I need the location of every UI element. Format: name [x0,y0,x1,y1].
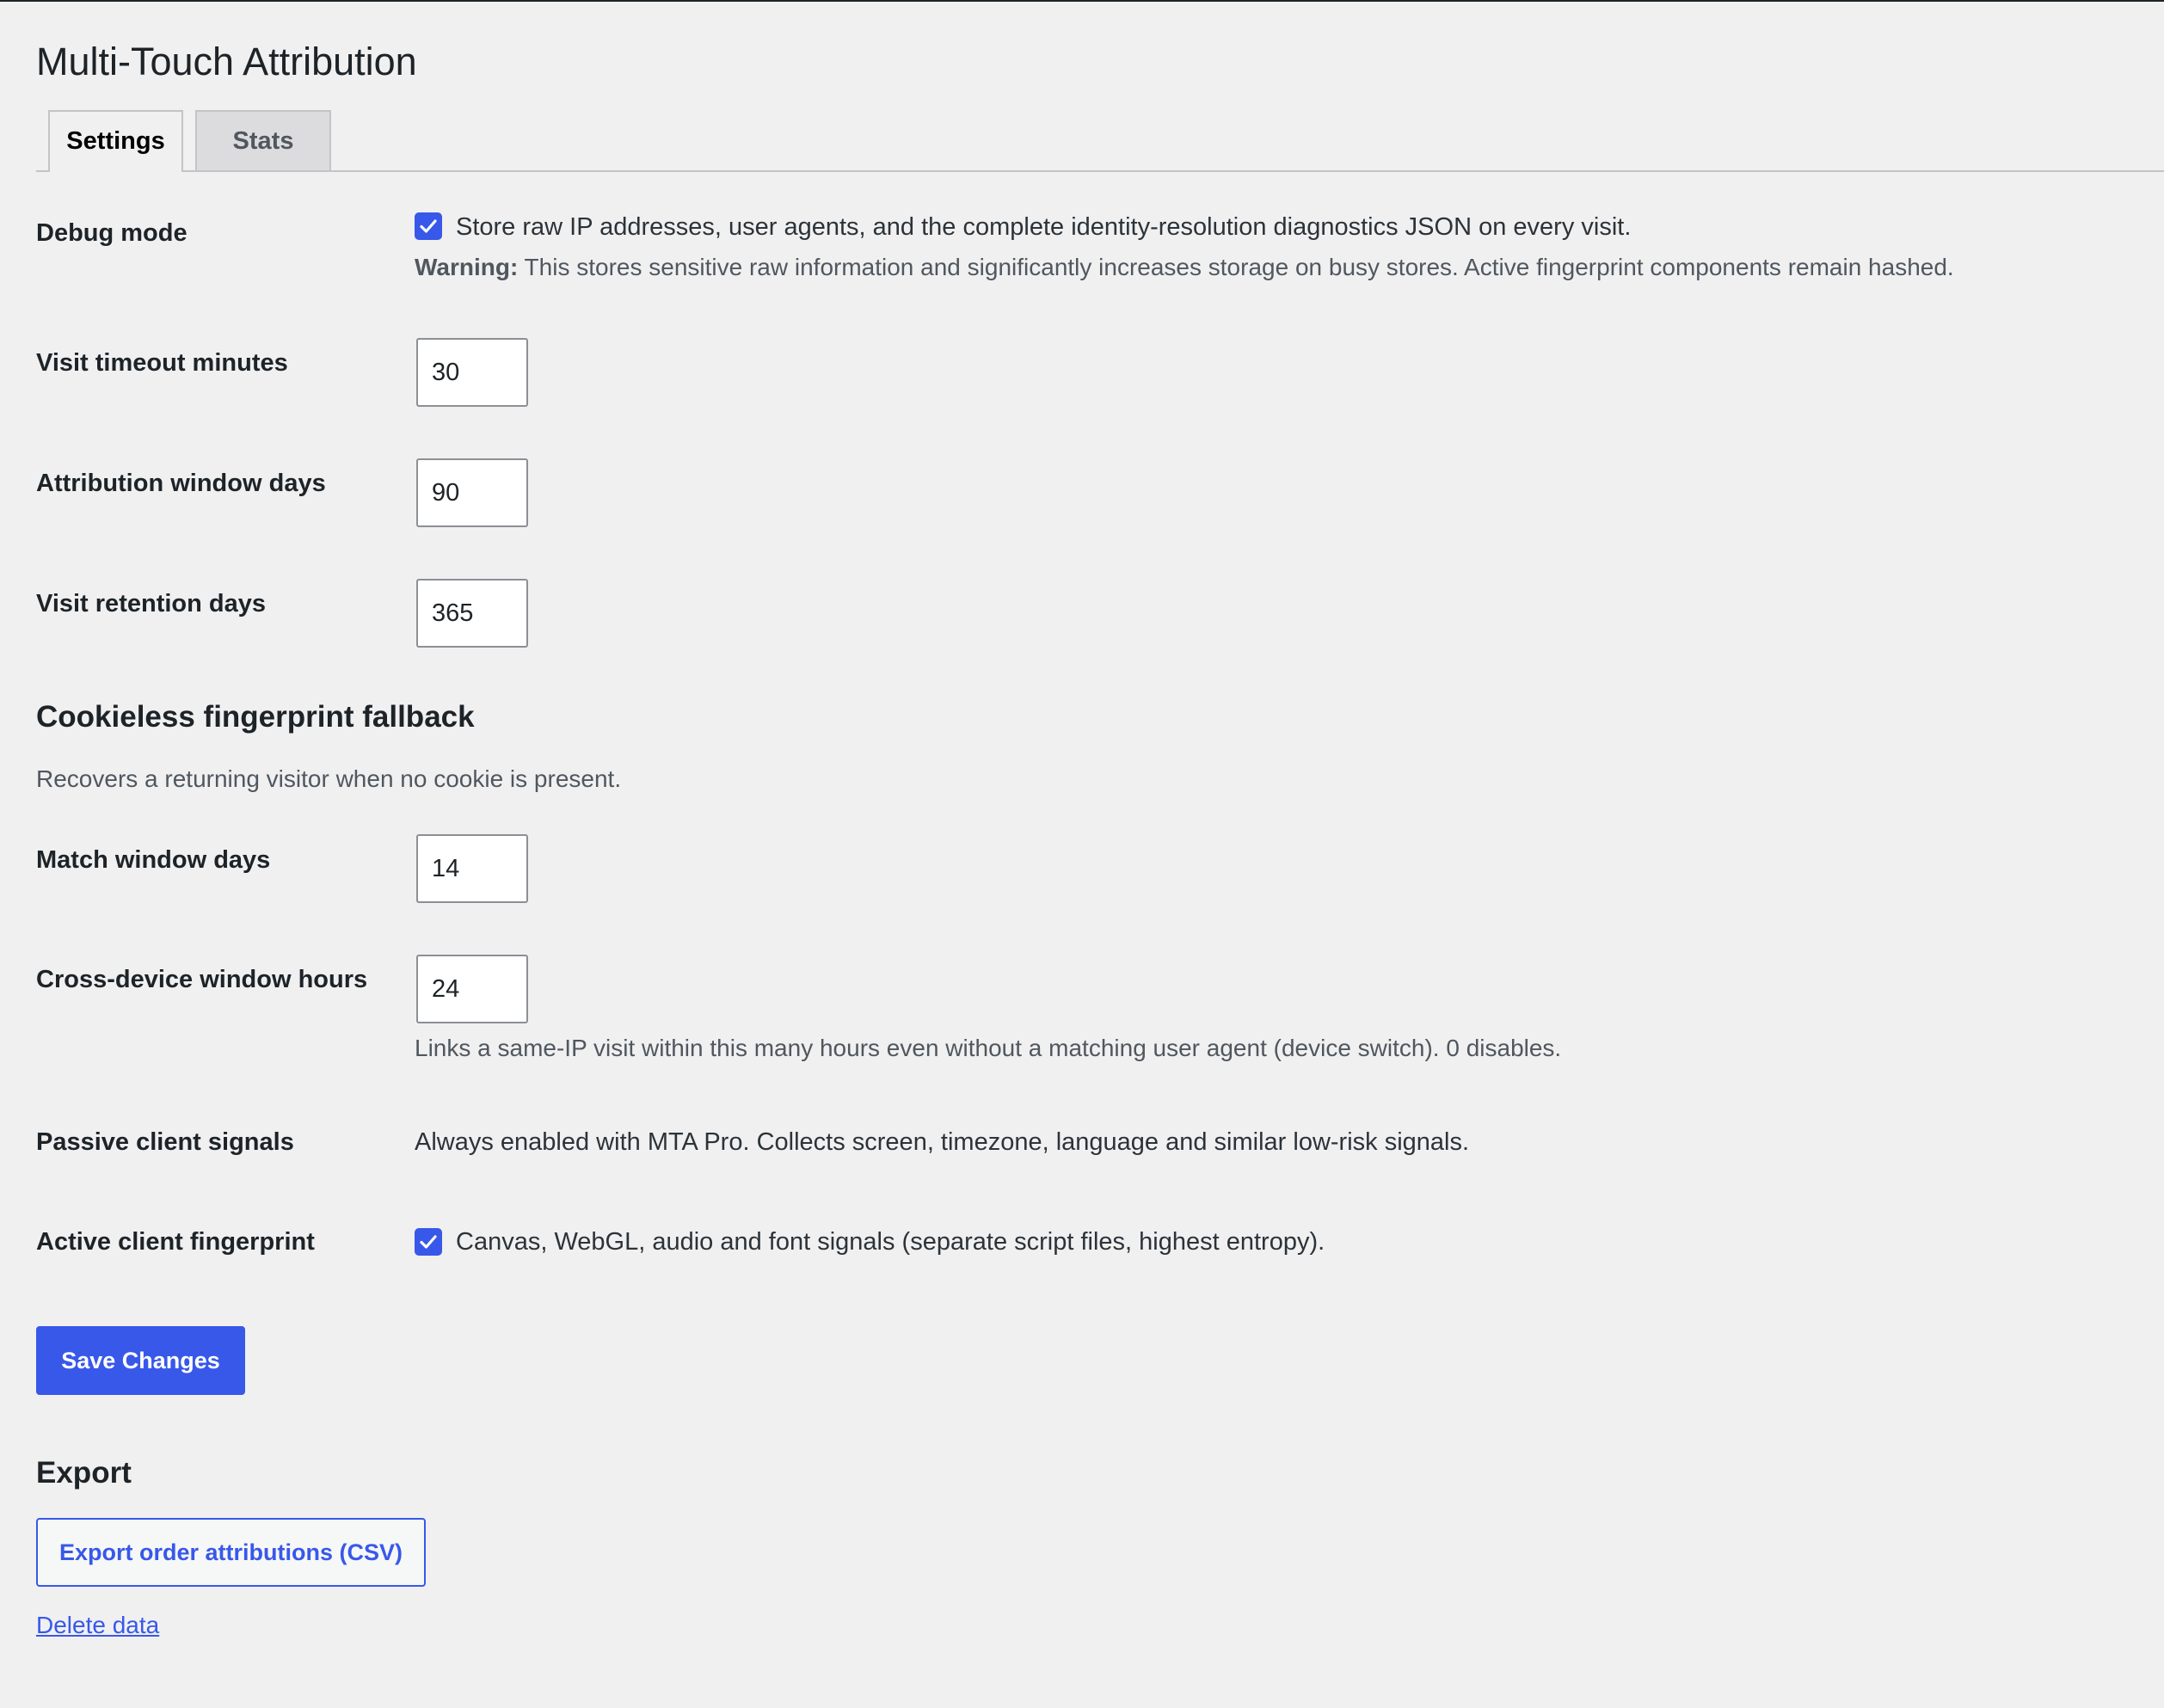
active-fingerprint-checkbox[interactable] [415,1228,442,1256]
visit-timeout-label: Visit timeout minutes [36,349,288,377]
tab-settings[interactable]: Settings [48,110,183,172]
visit-timeout-input[interactable] [416,338,528,407]
match-window-input[interactable] [416,834,528,903]
tab-stats[interactable]: Stats [195,110,331,170]
tab-bar: Settings Stats [36,110,2164,172]
export-csv-button[interactable]: Export order attributions (CSV) [36,1518,426,1587]
attribution-window-input[interactable] [416,458,528,527]
debug-mode-warning: Warning: This stores sensitive raw infor… [415,252,1954,283]
save-changes-button[interactable]: Save Changes [36,1326,245,1395]
active-fingerprint-label: Active client fingerprint [36,1228,315,1256]
checkmark-icon [420,219,437,233]
fingerprint-section-title: Cookieless fingerprint fallback [36,700,475,734]
warning-label: Warning: [415,254,519,280]
match-window-label: Match window days [36,846,271,874]
visit-retention-input[interactable] [416,579,528,648]
warning-text: This stores sensitive raw information an… [518,254,1954,280]
debug-mode-checkbox-label: Store raw IP addresses, user agents, and… [456,213,1632,241]
attribution-window-label: Attribution window days [36,470,326,497]
page-title: Multi-Touch Attribution [36,40,417,83]
passive-signals-text: Always enabled with MTA Pro. Collects sc… [415,1128,1470,1156]
visit-retention-label: Visit retention days [36,590,266,617]
debug-mode-checkbox[interactable] [415,212,442,240]
export-section-title: Export [36,1456,132,1490]
fingerprint-section-description: Recovers a returning visitor when no coo… [36,765,622,792]
cross-device-window-label: Cross-device window hours [36,966,368,993]
delete-data-link[interactable]: Delete data [36,1610,159,1641]
cross-device-window-description: Links a same-IP visit within this many h… [415,1035,1562,1061]
cross-device-window-input[interactable] [416,955,528,1023]
checkmark-icon [420,1235,437,1249]
debug-mode-label: Debug mode [36,219,188,247]
passive-signals-label: Passive client signals [36,1128,294,1156]
active-fingerprint-checkbox-label: Canvas, WebGL, audio and font signals (s… [456,1228,1325,1256]
